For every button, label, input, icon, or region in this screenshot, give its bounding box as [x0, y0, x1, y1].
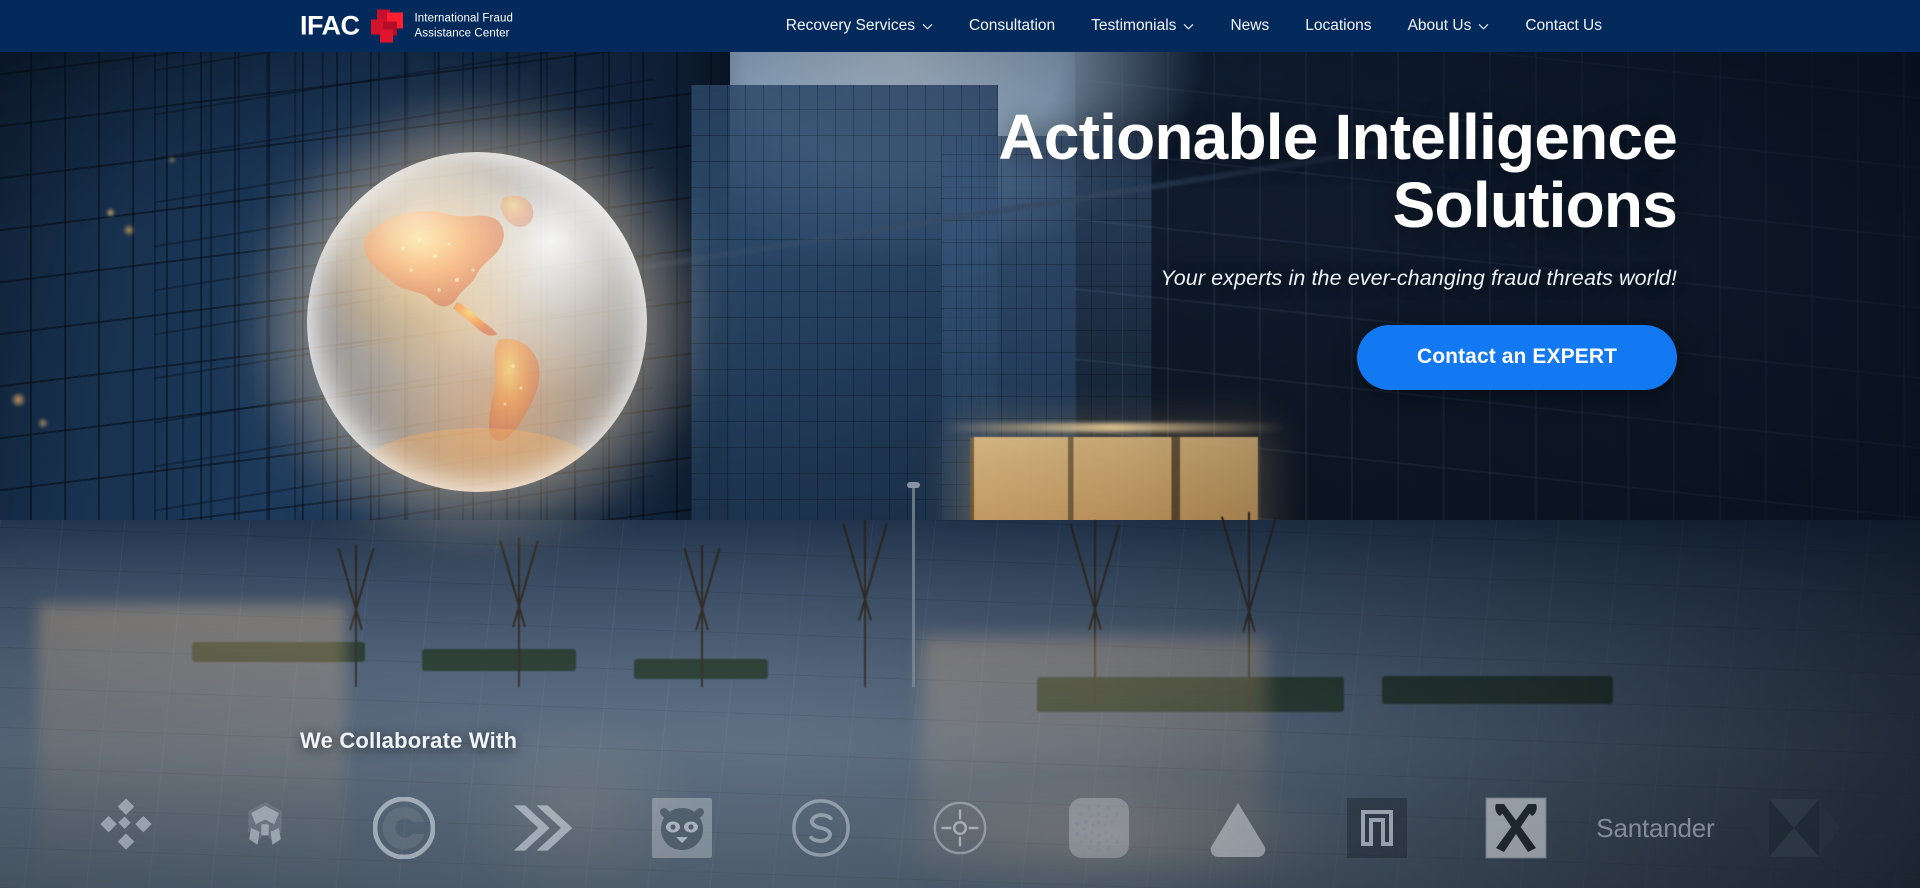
brand-name-line-2: Assistance Center: [414, 27, 510, 39]
nav-label: News: [1230, 17, 1270, 34]
chevron-down-icon: [1478, 21, 1489, 32]
hero-title-line-1: Actionable Intelligence: [998, 101, 1677, 173]
partner-logo-circle-s-icon[interactable]: [751, 785, 890, 871]
site-header: IFAC International Fraud Assistance Cent…: [0, 0, 1920, 52]
nav-item-news[interactable]: News: [1212, 11, 1287, 41]
nav-item-consultation[interactable]: Consultation: [951, 11, 1073, 41]
hero-copy-block: Actionable Intelligence Solutions Your e…: [997, 101, 1678, 390]
nav-label: Contact Us: [1525, 17, 1602, 34]
nav-label: Recovery Services: [785, 17, 915, 34]
nav-label: Consultation: [968, 17, 1056, 34]
brand-acronym: IFAC: [300, 10, 360, 41]
partner-logo-crossed-horses-icon[interactable]: [1447, 785, 1586, 871]
nav-label: Locations: [1305, 17, 1372, 34]
collaborate-title: We Collaborate With: [300, 728, 518, 753]
chevron-down-icon: [1183, 21, 1194, 32]
partner-logo-binance-diamond-icon[interactable]: [56, 785, 195, 871]
partner-logo-coinbase-icon[interactable]: [334, 785, 473, 871]
nav-item-locations[interactable]: Locations: [1287, 11, 1389, 41]
brand-full-name: International Fraud Assistance Center: [415, 12, 513, 40]
brand-name-line-1: International Fraud: [414, 12, 513, 25]
partner-logo-rail: Santander: [0, 776, 1920, 880]
brand-logo-link[interactable]: IFAC International Fraud Assistance Cent…: [300, 9, 513, 43]
collaborate-section: We Collaborate With Santander: [0, 728, 1920, 888]
nav-item-recovery-services[interactable]: Recovery Services: [768, 11, 951, 41]
partner-logo-dotted-circle-icon[interactable]: [1030, 785, 1169, 871]
nav-item-contact-us[interactable]: Contact Us: [1507, 11, 1620, 41]
page-root: IFAC International Fraud Assistance Cent…: [0, 0, 1920, 888]
hero-subtitle: Your experts in the ever-changing fraud …: [1160, 265, 1677, 290]
partner-logo-crypto-com-icon[interactable]: [195, 785, 334, 871]
hero-section: Actionable Intelligence Solutions Your e…: [0, 52, 1920, 888]
nav-item-testimonials[interactable]: Testimonials: [1073, 11, 1212, 41]
chevron-down-icon: [922, 21, 933, 32]
nav-item-about-us[interactable]: About Us: [1390, 11, 1508, 41]
partner-logo-santander-wordmark[interactable]: Santander: [1586, 785, 1725, 871]
nav-label: Testimonials: [1091, 17, 1177, 34]
partner-logo-compass-circle-icon[interactable]: [890, 785, 1029, 871]
partner-logo-hsbc-hexagon-icon[interactable]: [1725, 785, 1864, 871]
hero-cta-row: Contact an EXPERT: [997, 324, 1677, 390]
partner-logo-triangle-icon[interactable]: [1169, 785, 1308, 871]
partner-logo-shekel-bracket-icon[interactable]: [1308, 785, 1447, 871]
main-navigation: Recovery Services Consultation Testimoni…: [768, 11, 1620, 41]
hero-title-line-2: Solutions: [1392, 168, 1678, 241]
partner-logo-raccoon-face-icon[interactable]: [612, 785, 751, 871]
partner-logo-double-chevron-icon[interactable]: [473, 785, 612, 871]
nav-label: About Us: [1407, 17, 1472, 34]
contact-an-expert-button[interactable]: Contact an EXPERT: [1357, 324, 1677, 390]
santander-wordmark-text: Santander: [1596, 812, 1715, 843]
ifac-cross-mark-icon: [370, 9, 404, 43]
hero-title: Actionable Intelligence Solutions: [997, 101, 1678, 241]
